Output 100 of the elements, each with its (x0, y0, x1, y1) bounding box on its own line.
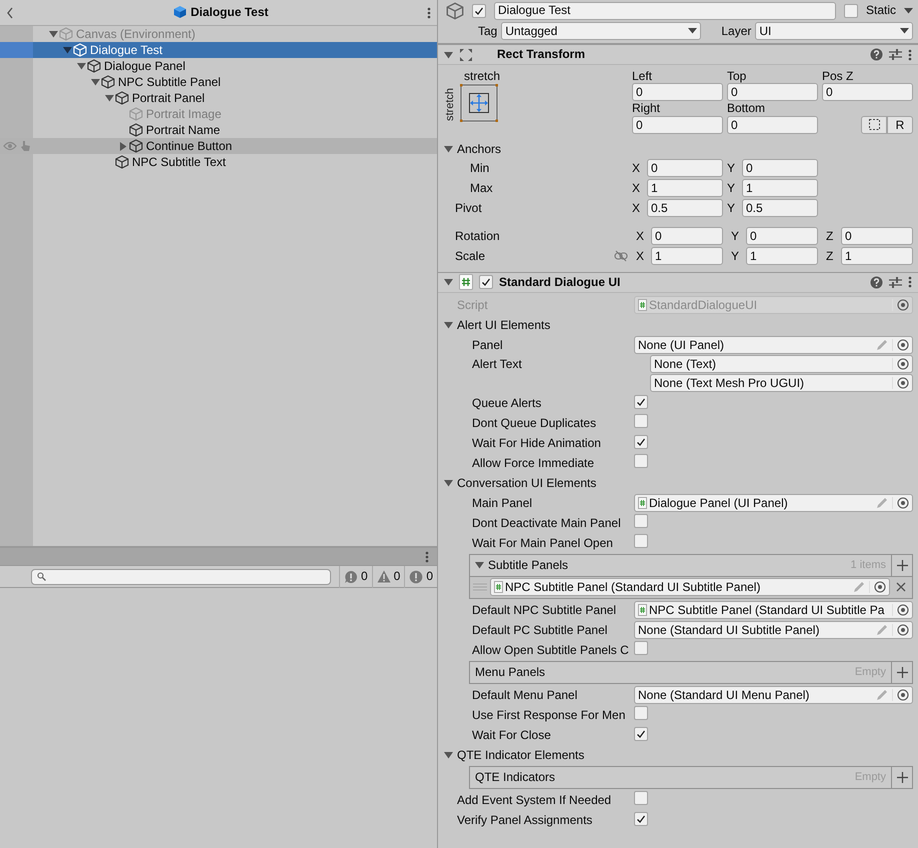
name-field[interactable]: Dialogue Test (494, 2, 836, 20)
target-icon[interactable] (896, 338, 908, 351)
foldout-arrow-icon[interactable] (444, 50, 453, 58)
number-field[interactable]: 0 (841, 226, 913, 245)
number-field[interactable]: 0 (822, 83, 913, 102)
checkbox[interactable] (634, 706, 648, 720)
number-field[interactable]: 1 (651, 246, 723, 265)
field-label: Right (632, 101, 662, 116)
object-field[interactable]: None (Standard UI Menu Panel) (634, 686, 913, 704)
foldout-arrow-icon[interactable] (76, 62, 86, 70)
tree-item[interactable]: Portrait Name (0, 122, 437, 138)
target-icon[interactable] (896, 496, 908, 509)
target-icon[interactable] (896, 688, 908, 701)
object-field[interactable]: None (Text) (650, 354, 913, 373)
target-icon[interactable] (896, 624, 908, 636)
foldout-label[interactable]: Alert UI Elements (457, 318, 550, 332)
foldout-arrow-icon[interactable] (444, 750, 453, 759)
foldout-arrow-icon[interactable] (444, 144, 453, 153)
enable-checkbox[interactable] (479, 275, 493, 290)
object-field[interactable]: None (UI Panel) (634, 336, 913, 354)
log-filter-button[interactable]: 0 (372, 566, 404, 588)
static-checkbox[interactable] (844, 4, 858, 18)
tree-item[interactable]: NPC Subtitle Panel (0, 74, 437, 90)
active-checkbox[interactable] (472, 4, 486, 18)
log-filter-button[interactable]: 0 (404, 566, 437, 588)
foldout-arrow-icon[interactable] (90, 78, 100, 86)
number-field[interactable]: 0.5 (647, 198, 723, 217)
caret-icon[interactable] (904, 8, 913, 14)
checkbox[interactable] (634, 395, 648, 410)
drag-handle-icon[interactable] (473, 583, 487, 592)
checkbox[interactable] (634, 812, 648, 826)
remove-icon[interactable] (896, 582, 906, 592)
back-icon[interactable] (6, 6, 14, 18)
foldout-arrow-icon[interactable] (119, 142, 127, 150)
checkbox[interactable] (634, 534, 648, 548)
presets-icon[interactable] (889, 48, 902, 61)
object-field[interactable]: NPC Subtitle Panel (Standard UI Subtitle Panel) (490, 578, 890, 596)
object-field[interactable]: Dialogue Panel (UI Panel) (634, 494, 913, 512)
list-title[interactable]: Subtitle Panels (488, 558, 568, 572)
checkbox[interactable] (634, 414, 648, 428)
foldout-arrow-icon[interactable] (104, 94, 114, 102)
number-field[interactable]: 0 (647, 158, 723, 177)
number-field[interactable]: 1 (746, 246, 818, 265)
tree-item[interactable]: Dialogue Test (0, 42, 437, 58)
menu-icon[interactable] (908, 276, 912, 288)
foldout-arrow-icon[interactable] (444, 320, 453, 329)
object-field[interactable]: None (Standard UI Subtitle Panel) (634, 620, 913, 639)
tag-dropdown[interactable]: Untagged (501, 22, 702, 40)
list-title[interactable]: Menu Panels (475, 665, 546, 680)
number-field[interactable]: 1 (742, 178, 818, 197)
blueprint-button[interactable] (861, 116, 887, 134)
object-field[interactable]: None (Text Mesh Pro UGUI) (650, 374, 913, 392)
number-field[interactable]: 0 (727, 116, 818, 134)
target-icon[interactable] (896, 358, 908, 370)
foldout-label[interactable]: QTE Indicator Elements (457, 748, 584, 762)
target-icon[interactable] (896, 604, 908, 616)
raw-edit-button[interactable]: R (887, 116, 913, 134)
tree-item[interactable]: Continue Button (0, 138, 437, 154)
anchor-preset-button[interactable] (460, 84, 498, 122)
number-field[interactable]: 0 (651, 226, 723, 245)
target-icon[interactable] (896, 376, 908, 389)
object-field[interactable]: NPC Subtitle Panel (Standard UI Subtitle Pa (634, 600, 913, 619)
target-icon[interactable] (874, 581, 886, 594)
checkbox[interactable] (634, 435, 648, 450)
number-field[interactable]: 0 (632, 83, 723, 102)
tree-item[interactable]: Dialogue Panel (0, 58, 437, 74)
checkbox[interactable] (634, 454, 648, 468)
error-icon (409, 570, 424, 584)
list-title[interactable]: QTE Indicators (475, 770, 556, 784)
foldout-arrow-icon[interactable] (62, 46, 72, 54)
log-filter-button[interactable]: 0 (338, 566, 372, 588)
foldout-label[interactable]: Anchors (457, 142, 502, 156)
help-icon[interactable] (870, 48, 883, 61)
number-field[interactable]: 0 (632, 116, 723, 134)
number-field[interactable]: 0.5 (742, 198, 818, 217)
number-field[interactable]: 0 (742, 158, 818, 177)
checkbox[interactable] (634, 791, 648, 806)
checkbox[interactable] (634, 727, 648, 742)
number-field[interactable]: 1 (647, 178, 723, 197)
foldout-arrow-icon[interactable] (48, 30, 58, 38)
number-field[interactable]: 0 (746, 226, 818, 245)
menu-icon[interactable] (425, 550, 429, 562)
foldout-arrow-icon[interactable] (444, 478, 453, 487)
help-icon[interactable] (870, 276, 883, 289)
menu-icon[interactable] (427, 6, 431, 18)
layer-dropdown[interactable]: UI (755, 22, 913, 40)
number-field[interactable]: 1 (841, 246, 913, 265)
foldout-arrow-icon[interactable] (475, 561, 484, 570)
menu-icon[interactable] (908, 48, 912, 60)
number-field[interactable]: 0 (727, 83, 818, 102)
tree-item[interactable]: NPC Subtitle Text (0, 154, 437, 170)
tree-item[interactable]: Portrait Panel (0, 90, 437, 106)
link-icon[interactable] (614, 250, 628, 262)
check-icon (636, 729, 646, 740)
presets-icon[interactable] (889, 276, 902, 289)
search-field[interactable] (31, 568, 331, 584)
checkbox[interactable] (634, 641, 648, 656)
foldout-label[interactable]: Conversation UI Elements (457, 476, 596, 490)
foldout-arrow-icon[interactable] (444, 278, 453, 286)
checkbox[interactable] (634, 514, 648, 528)
